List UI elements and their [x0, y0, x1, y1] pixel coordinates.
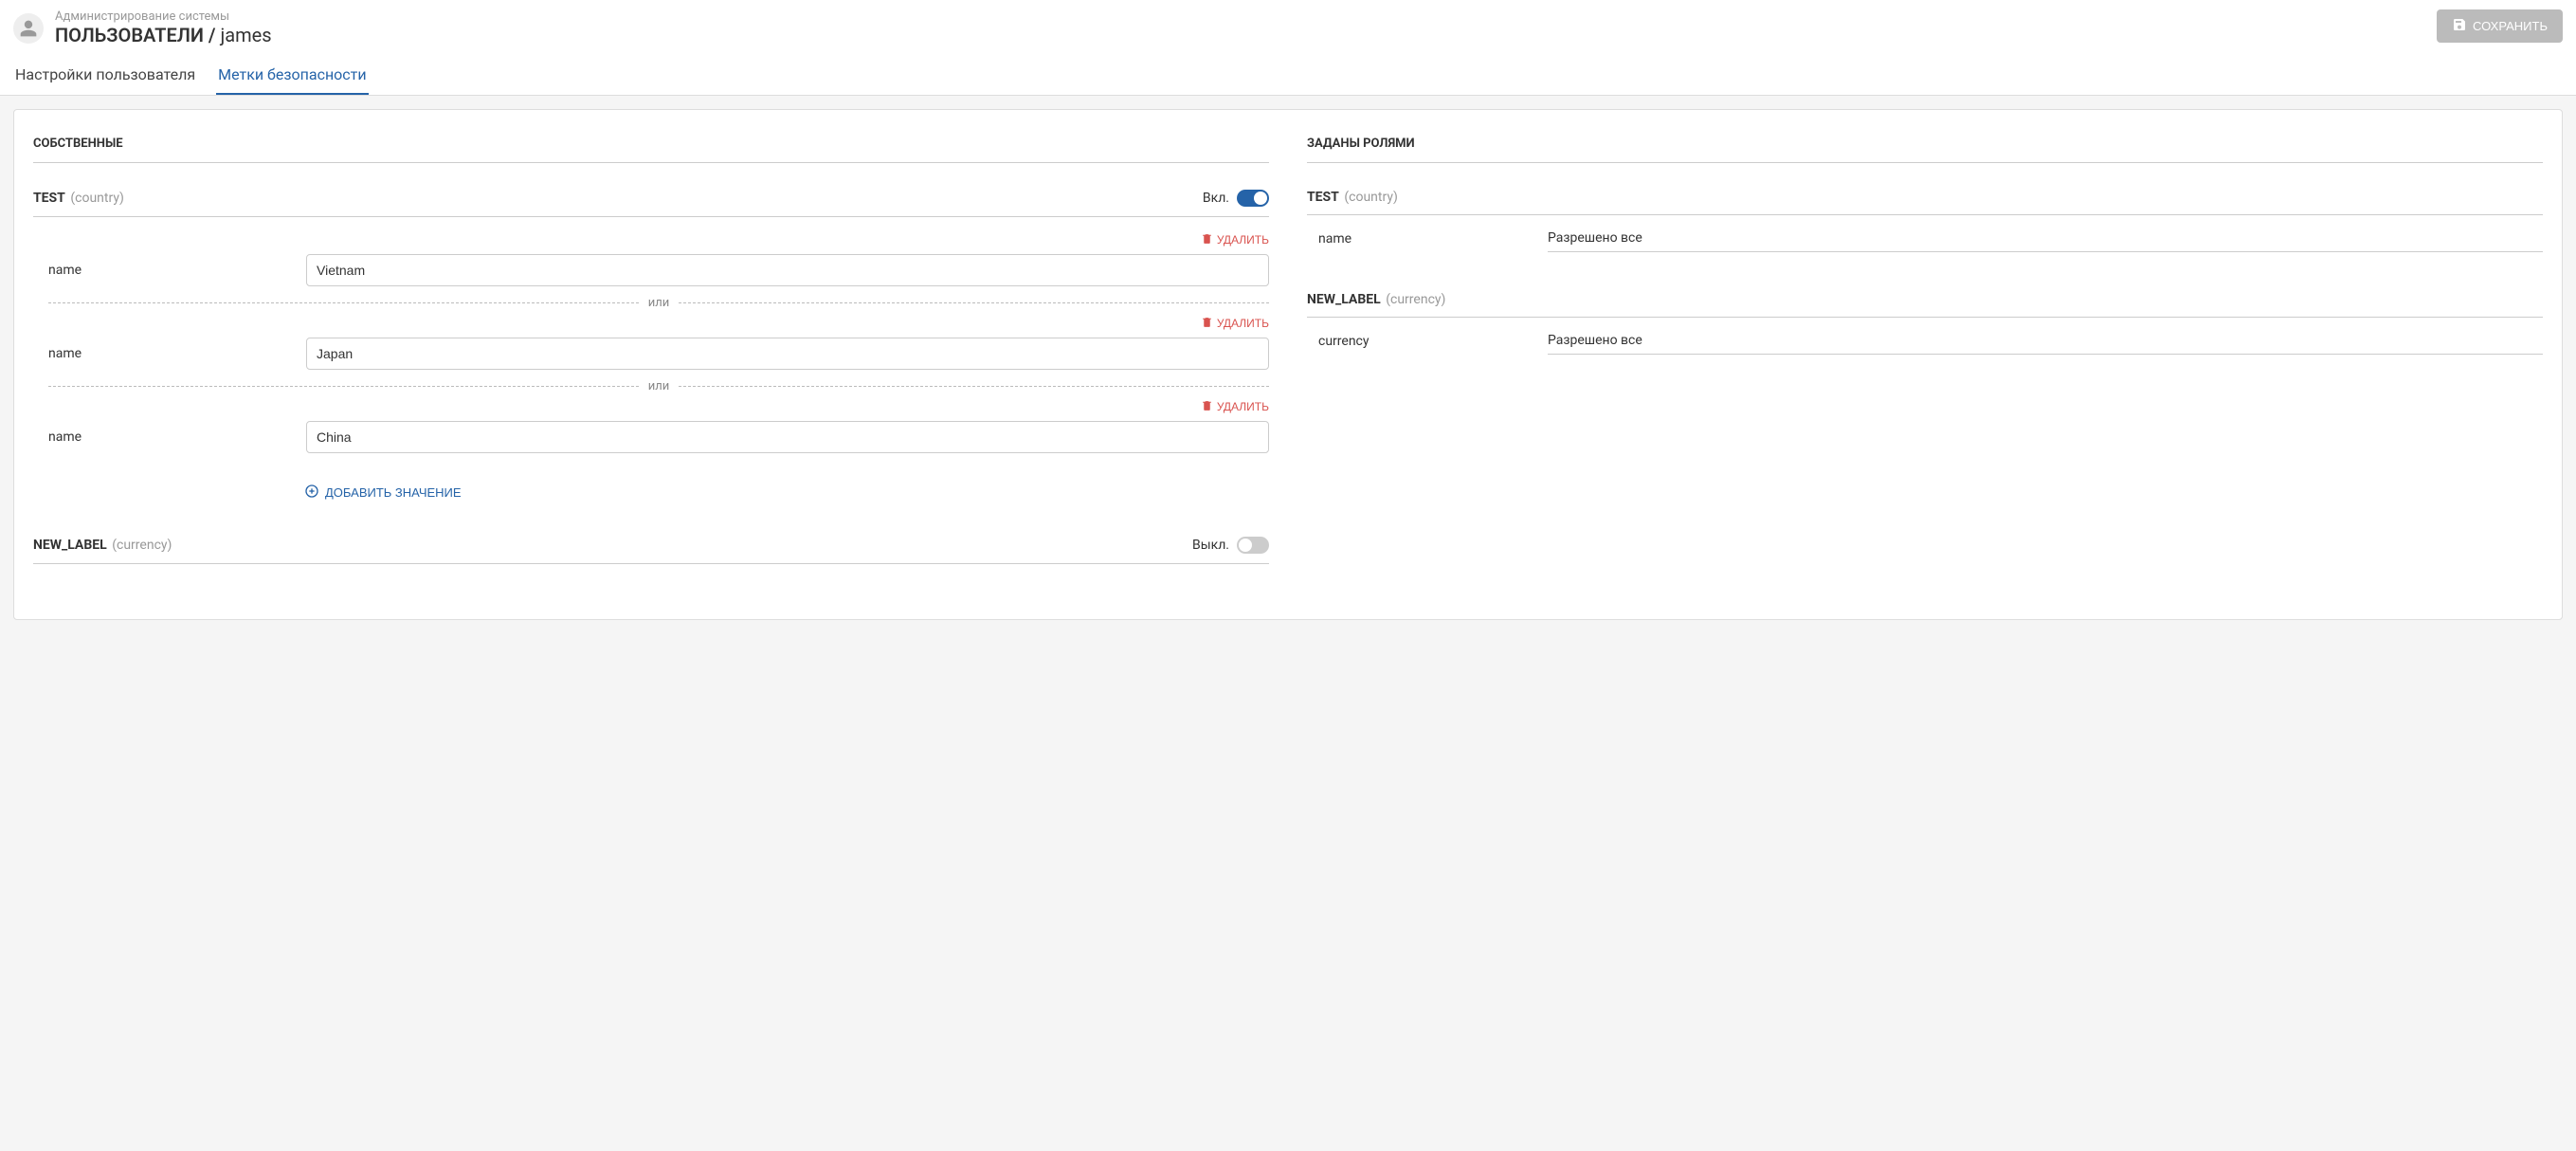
page-title: ПОЛЬЗОВАТЕЛИ / james [55, 24, 272, 46]
trash-icon [1201, 232, 1213, 247]
own-label-code: NEW_LABEL [33, 538, 107, 553]
label-toggle[interactable] [1237, 190, 1269, 207]
delete-value-button[interactable]: УДАЛИТЬ [1201, 316, 1269, 331]
add-value-label: ДОБАВИТЬ ЗНАЧЕНИЕ [325, 485, 462, 500]
own-label-name: TEST (country) [33, 191, 124, 206]
value-input[interactable] [306, 338, 1269, 370]
role-field-value: Разрешено все [1548, 327, 2543, 355]
value-field-label: name [48, 263, 295, 278]
value-field-label: name [48, 346, 295, 361]
own-label-code: TEST [33, 191, 65, 206]
role-field-label: name [1318, 231, 1536, 247]
page-title-prefix: ПОЛЬЗОВАТЕЛИ / [55, 24, 220, 46]
delete-value-button[interactable]: УДАЛИТЬ [1201, 399, 1269, 414]
delete-label: УДАЛИТЬ [1217, 317, 1269, 330]
own-label-entity: (country) [70, 191, 124, 206]
role-field-value: Разрешено все [1548, 225, 2543, 252]
role-label-block: NEW_LABEL (currency) currency Разрешено … [1307, 286, 2543, 360]
trash-icon [1201, 316, 1213, 331]
page-title-user: james [220, 24, 271, 46]
trash-icon [1201, 399, 1213, 414]
plus-circle-icon [304, 484, 319, 502]
own-labels-column: СОБСТВЕННЫЕ TEST (country) Вкл. [33, 137, 1269, 593]
delete-label: УДАЛИТЬ [1217, 400, 1269, 413]
label-toggle[interactable] [1237, 537, 1269, 554]
or-divider: или [48, 296, 1269, 310]
breadcrumb: Администрирование системы [55, 9, 272, 24]
own-label-name: NEW_LABEL (currency) [33, 538, 172, 553]
tab-user-settings[interactable]: Настройки пользователя [13, 58, 197, 95]
value-input[interactable] [306, 421, 1269, 453]
value-input[interactable] [306, 254, 1269, 286]
role-label-code: TEST [1307, 190, 1339, 205]
own-label-block: TEST (country) Вкл. УДАЛИТЬ [33, 184, 1269, 502]
tabs: Настройки пользователя Метки безопасност… [13, 58, 2563, 95]
save-button[interactable]: СОХРАНИТЬ [2437, 9, 2563, 43]
role-label-entity: (currency) [1386, 292, 1445, 307]
role-label-name: TEST (country) [1307, 190, 1398, 205]
role-label-code: NEW_LABEL [1307, 292, 1381, 307]
role-label-name: NEW_LABEL (currency) [1307, 292, 1445, 307]
role-field-label: currency [1318, 334, 1536, 349]
role-label-block: TEST (country) name Разрешено все [1307, 184, 2543, 258]
delete-value-button[interactable]: УДАЛИТЬ [1201, 232, 1269, 247]
role-labels-title: ЗАДАНЫ РОЛЯМИ [1307, 137, 2543, 163]
value-field-label: name [48, 429, 295, 445]
add-value-button[interactable]: ДОБАВИТЬ ЗНАЧЕНИЕ [304, 484, 462, 502]
toggle-text: Выкл. [1192, 538, 1229, 553]
own-label-block: NEW_LABEL (currency) Выкл. [33, 531, 1269, 564]
save-button-label: СОХРАНИТЬ [2473, 19, 2548, 33]
own-labels-title: СОБСТВЕННЫЕ [33, 137, 1269, 163]
toggle-text: Вкл. [1203, 191, 1229, 206]
save-icon [2452, 17, 2467, 35]
role-label-entity: (country) [1344, 190, 1398, 205]
role-labels-column: ЗАДАНЫ РОЛЯМИ TEST (country) name Разреш… [1307, 137, 2543, 593]
tab-security-labels[interactable]: Метки безопасности [216, 58, 368, 95]
own-label-entity: (currency) [112, 538, 172, 553]
avatar [13, 13, 44, 44]
or-divider: или [48, 379, 1269, 393]
delete-label: УДАЛИТЬ [1217, 233, 1269, 247]
